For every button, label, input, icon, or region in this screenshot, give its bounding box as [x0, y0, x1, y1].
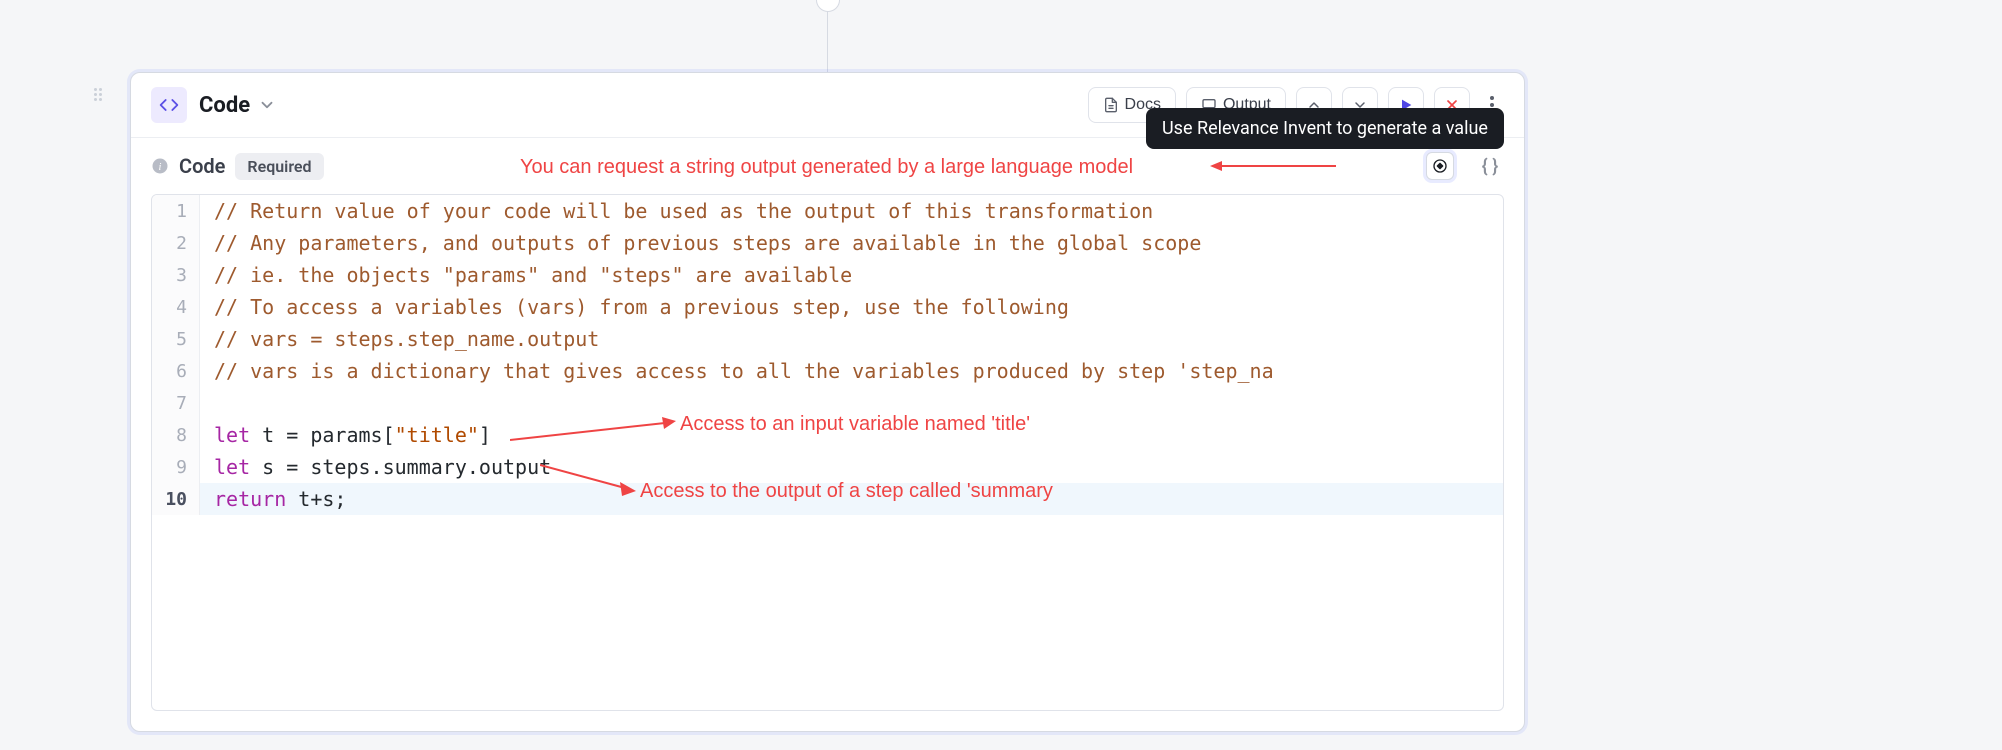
code-content[interactable]: let t = params["title"] [200, 423, 491, 447]
line-number: 2 [152, 227, 200, 259]
code-content[interactable]: // Return value of your code will be use… [200, 199, 1153, 223]
line-number: 10 [152, 483, 200, 515]
code-editor[interactable]: 1// Return value of your code will be us… [151, 194, 1504, 711]
chevron-down-icon[interactable] [258, 96, 276, 114]
line-number: 1 [152, 195, 200, 227]
section-label: Code [179, 154, 225, 178]
line-number: 3 [152, 259, 200, 291]
editor-line[interactable]: 6// vars is a dictionary that gives acce… [152, 355, 1503, 387]
code-content[interactable]: // ie. the objects "params" and "steps" … [200, 263, 852, 287]
card-title: Code [199, 93, 250, 118]
code-content[interactable]: // Any parameters, and outputs of previo… [200, 231, 1201, 255]
code-content[interactable]: // vars is a dictionary that gives acces… [200, 359, 1274, 383]
info-icon: i [151, 157, 169, 175]
code-content[interactable]: return t+s; [200, 487, 346, 511]
code-content[interactable]: // vars = steps.step_name.output [200, 327, 599, 351]
editor-line[interactable]: 4// To access a variables (vars) from a … [152, 291, 1503, 323]
line-number: 6 [152, 355, 200, 387]
line-number: 4 [152, 291, 200, 323]
editor-line[interactable]: 5// vars = steps.step_name.output [152, 323, 1503, 355]
line-number: 7 [152, 387, 200, 419]
code-content[interactable] [200, 391, 226, 415]
drag-handle[interactable] [94, 88, 110, 104]
line-number: 5 [152, 323, 200, 355]
required-badge: Required [235, 153, 323, 180]
svg-text:i: i [159, 162, 162, 173]
editor-line[interactable]: 3// ie. the objects "params" and "steps"… [152, 259, 1503, 291]
line-number: 9 [152, 451, 200, 483]
annotation-top: You can request a string output generate… [520, 156, 1133, 179]
ai-generate-button[interactable] [1426, 152, 1454, 180]
connector-node [816, 0, 840, 12]
code-icon [151, 87, 187, 123]
ai-tooltip: Use Relevance Invent to generate a value [1146, 108, 1504, 149]
editor-line[interactable]: 2// Any parameters, and outputs of previ… [152, 227, 1503, 259]
line-number: 8 [152, 419, 200, 451]
code-content[interactable]: // To access a variables (vars) from a p… [200, 295, 1069, 319]
annotation-bottom: Access to the output of a step called 's… [640, 480, 1053, 503]
annotation-mid: Access to an input variable named 'title… [680, 413, 1030, 436]
editor-line[interactable]: 1// Return value of your code will be us… [152, 195, 1503, 227]
code-content[interactable]: let s = steps.summary.output [200, 455, 551, 479]
editor-line[interactable]: 9let s = steps.summary.output [152, 451, 1503, 483]
braces-button[interactable]: { } [1476, 152, 1504, 180]
